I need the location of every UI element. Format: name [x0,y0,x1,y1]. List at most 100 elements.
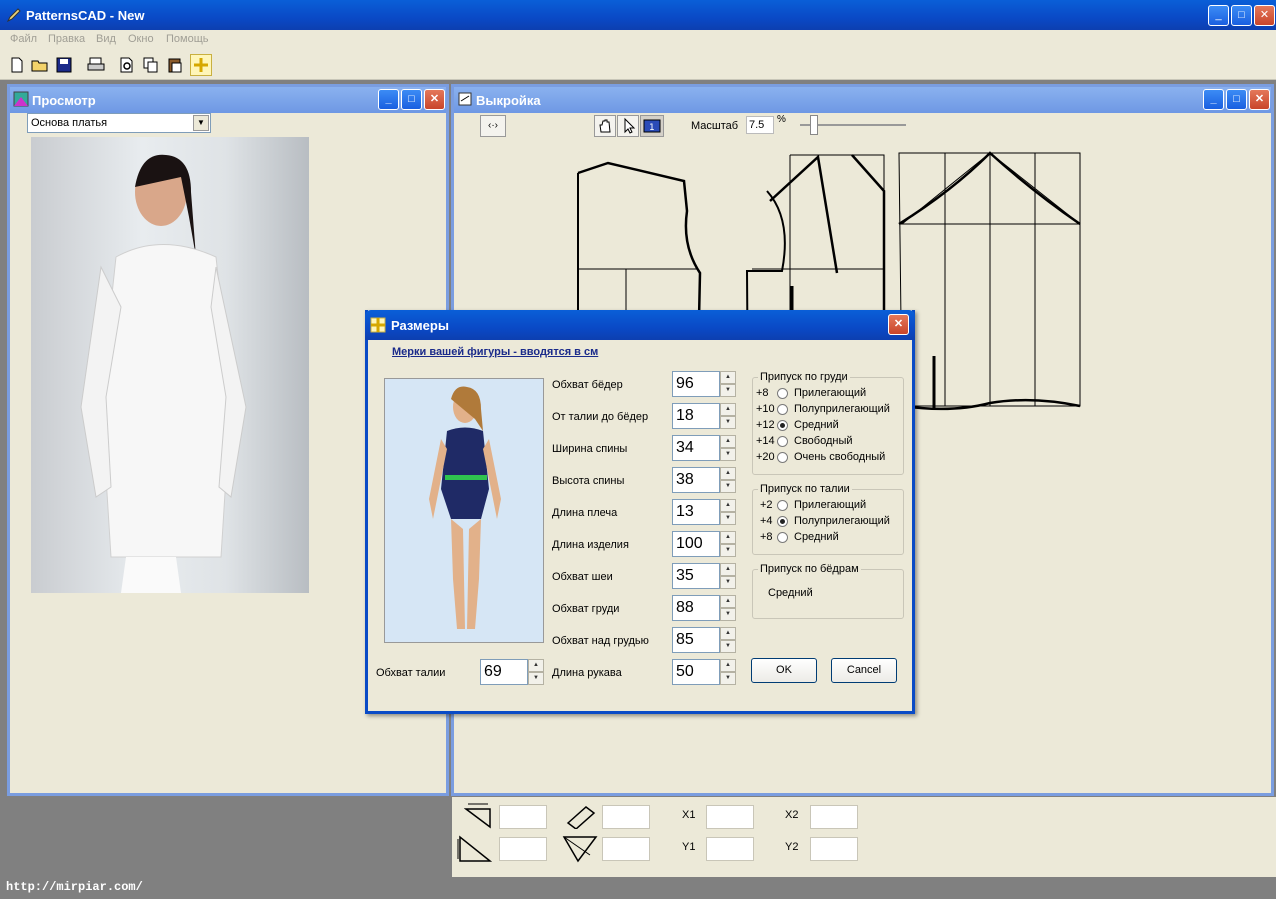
minimize-button[interactable]: _ [1208,5,1229,26]
sleeve-length-spinner[interactable]: ▲ ▼ [720,659,736,685]
dialog-close-button[interactable]: ✕ [888,314,909,335]
pointer-icon[interactable] [617,115,639,137]
preview-minimize-button[interactable]: _ [378,89,399,110]
menu-view[interactable]: Вид [96,33,116,45]
neck-spinner[interactable]: ▲ ▼ [720,563,736,589]
spin-down-icon[interactable]: ▼ [720,576,736,589]
chevron-down-icon[interactable]: ▼ [193,115,209,131]
ok-button[interactable]: OK [751,658,817,683]
print-icon[interactable] [85,54,107,76]
shoulder-length-input[interactable]: 13 [672,499,720,525]
spin-up-icon[interactable]: ▲ [720,467,736,480]
maximize-button[interactable]: □ [1231,5,1252,26]
spin-down-icon[interactable]: ▼ [720,608,736,621]
paste-icon[interactable] [164,54,186,76]
spin-up-icon[interactable]: ▲ [720,659,736,672]
pattern-select[interactable]: Основа платья ▼ [27,113,211,133]
spin-up-icon[interactable]: ▲ [720,403,736,416]
menu-file[interactable]: Файл [10,33,37,45]
diagonal-input[interactable] [602,837,650,861]
spin-down-icon[interactable]: ▼ [720,480,736,493]
waist-to-hips-input[interactable]: 18 [672,403,720,429]
garment-length-spinner[interactable]: ▲ ▼ [720,531,736,557]
cancel-button[interactable]: Cancel [831,658,897,683]
waist-to-hips-spinner[interactable]: ▲ ▼ [720,403,736,429]
back-height-input[interactable]: 38 [672,467,720,493]
waist-spinner[interactable]: ▲ ▼ [528,659,544,685]
x1-input[interactable] [706,805,754,829]
spin-down-icon[interactable]: ▼ [528,672,544,685]
radio-waist-fitted[interactable] [777,500,788,511]
slope-tool-icon[interactable] [564,801,598,829]
menu-window[interactable]: Окно [128,33,154,45]
diagonal-tool-icon[interactable] [562,835,598,863]
chest-input[interactable]: 88 [672,595,720,621]
shoulder-length-spinner[interactable]: ▲ ▼ [720,499,736,525]
triangle-input[interactable] [499,837,547,861]
back-width-spinner[interactable]: ▲ ▼ [720,435,736,461]
new-file-icon[interactable] [6,54,28,76]
zoom-ratio-icon[interactable]: 1 [640,115,664,137]
back-width-input[interactable]: 34 [672,435,720,461]
spin-down-icon[interactable]: ▼ [720,384,736,397]
hips-spinner[interactable]: ▲ ▼ [720,371,736,397]
spin-up-icon[interactable]: ▲ [720,499,736,512]
garment-length-input[interactable]: 100 [672,531,720,557]
hips-input[interactable]: 96 [672,371,720,397]
preview-maximize-button[interactable]: □ [401,89,422,110]
spin-down-icon[interactable]: ▼ [720,448,736,461]
spin-down-icon[interactable]: ▼ [720,512,736,525]
spin-up-icon[interactable]: ▲ [720,595,736,608]
radio-chest-loose[interactable] [777,436,788,447]
above-chest-spinner[interactable]: ▲ ▼ [720,627,736,653]
waist-label: Обхват талии [376,667,446,679]
preview-close-button[interactable]: ✕ [424,89,445,110]
radio-chest-fitted[interactable] [777,388,788,399]
spin-up-icon[interactable]: ▲ [720,563,736,576]
radio-waist-semi-fitted[interactable] [777,516,788,527]
triangle-tool-icon[interactable] [456,835,492,863]
spin-up-icon[interactable]: ▲ [720,435,736,448]
above-chest-input[interactable]: 85 [672,627,720,653]
print-preview-icon[interactable] [116,54,138,76]
waist-input[interactable]: 69 [480,659,528,685]
radio-waist-medium[interactable] [777,532,788,543]
menu-help[interactable]: Помощь [166,33,209,45]
scale-slider-thumb[interactable] [810,115,818,135]
scale-input[interactable]: 7.5 [746,116,774,134]
pattern-minimize-button[interactable]: _ [1203,89,1224,110]
pattern-maximize-button[interactable]: □ [1226,89,1247,110]
spin-up-icon[interactable]: ▲ [720,531,736,544]
spin-down-icon[interactable]: ▼ [720,544,736,557]
watermark-url: http://mirpiar.com/ [6,880,143,894]
grid-icon[interactable] [190,54,212,76]
menu-edit[interactable]: Правка [48,33,85,45]
option-value: +14 [756,435,775,447]
angle-tool-icon[interactable] [464,801,494,829]
chest-spinner[interactable]: ▲ ▼ [720,595,736,621]
sleeve-length-input[interactable]: 50 [672,659,720,685]
angle-input[interactable] [499,805,547,829]
hand-icon[interactable] [594,115,616,137]
spin-up-icon[interactable]: ▲ [720,371,736,384]
neck-input[interactable]: 35 [672,563,720,589]
slope-input[interactable] [602,805,650,829]
x2-input[interactable] [810,805,858,829]
close-button[interactable]: ✕ [1254,5,1275,26]
back-height-spinner[interactable]: ▲ ▼ [720,467,736,493]
save-icon[interactable] [53,54,75,76]
spin-up-icon[interactable]: ▲ [720,627,736,640]
copy-icon[interactable] [140,54,162,76]
spin-up-icon[interactable]: ▲ [528,659,544,672]
spin-down-icon[interactable]: ▼ [720,416,736,429]
spin-down-icon[interactable]: ▼ [720,640,736,653]
open-folder-icon[interactable] [29,54,51,76]
radio-chest-very-loose[interactable] [777,452,788,463]
fit-width-button[interactable]: ‹·› [480,115,506,137]
y1-input[interactable] [706,837,754,861]
y2-input[interactable] [810,837,858,861]
pattern-close-button[interactable]: ✕ [1249,89,1270,110]
radio-chest-medium[interactable] [777,420,788,431]
spin-down-icon[interactable]: ▼ [720,672,736,685]
radio-chest-semi-fitted[interactable] [777,404,788,415]
